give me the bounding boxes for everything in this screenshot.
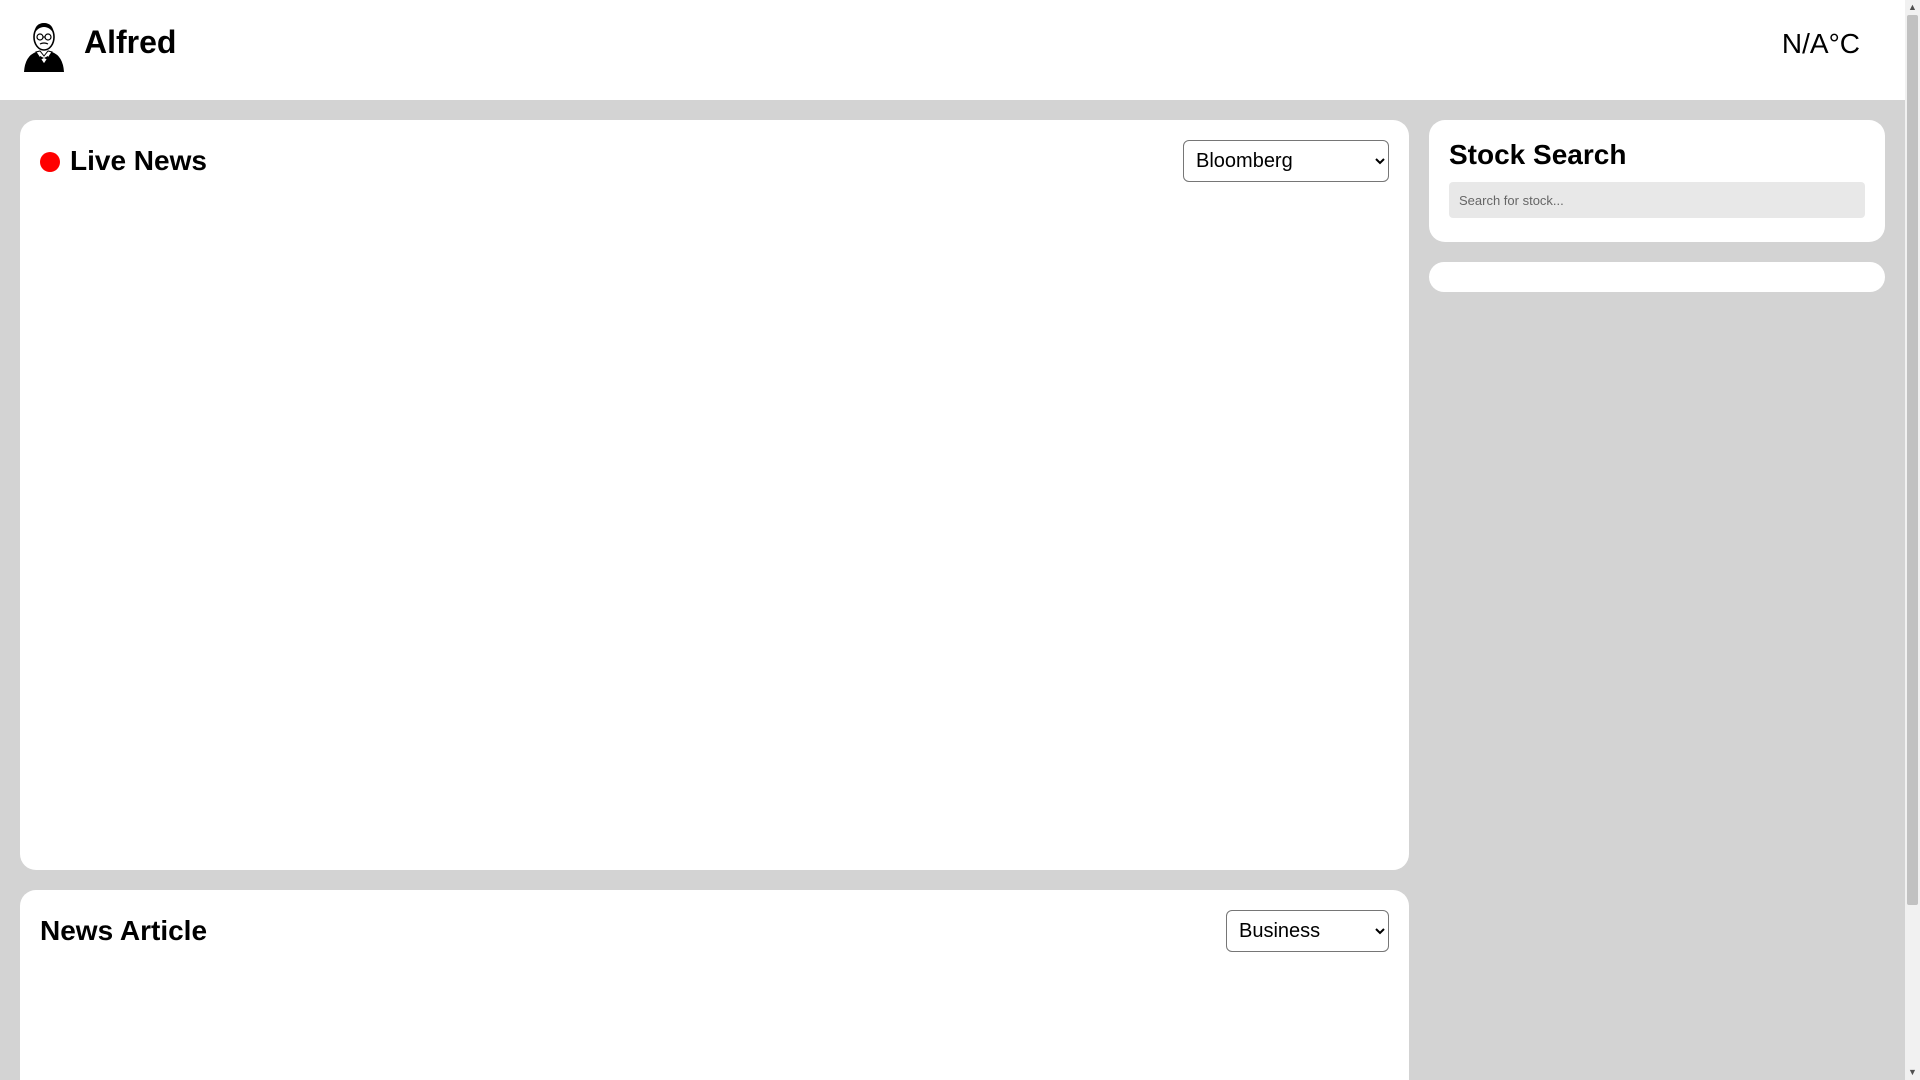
scroll-up-icon[interactable]: ▲ bbox=[1905, 0, 1920, 15]
stock-search-title: Stock Search bbox=[1449, 139, 1627, 170]
scroll-thumb[interactable] bbox=[1907, 15, 1918, 905]
stock-results-panel bbox=[1429, 262, 1885, 292]
live-news-card: Live News Bloomberg bbox=[20, 120, 1409, 870]
page: Alfred N/A°C Live News Bloomberg News Ar… bbox=[0, 0, 1905, 1080]
news-category-select[interactable]: Business bbox=[1226, 910, 1389, 952]
live-news-title: Live News bbox=[70, 145, 207, 176]
live-indicator-icon bbox=[40, 152, 60, 172]
app-title: Alfred bbox=[84, 24, 177, 60]
news-article-card: News Article Business bbox=[20, 890, 1409, 1080]
weather-readout: N/A°C bbox=[1781, 28, 1860, 59]
stock-search-card: Stock Search bbox=[1429, 120, 1885, 242]
butler-icon bbox=[24, 23, 64, 72]
news-source-select[interactable]: Bloomberg bbox=[1183, 140, 1389, 182]
header: Alfred N/A°C bbox=[0, 0, 1905, 100]
scroll-down-icon[interactable]: ▼ bbox=[1905, 1065, 1920, 1080]
stock-search-input[interactable] bbox=[1449, 182, 1865, 218]
page-scrollbar[interactable]: ▲ ▼ bbox=[1905, 0, 1920, 1080]
news-article-title: News Article bbox=[40, 915, 208, 946]
